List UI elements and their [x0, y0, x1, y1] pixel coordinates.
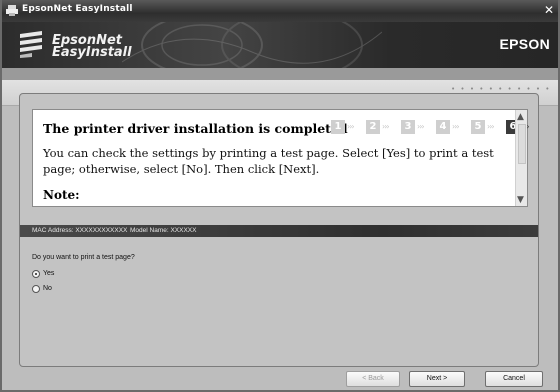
page-title: The printer driver installation is compl…: [43, 121, 348, 136]
step-2: 2: [366, 120, 380, 134]
message-box: The printer driver installation is compl…: [32, 109, 530, 207]
title-bar[interactable]: EpsonNet EasyInstall ✕: [2, 0, 558, 22]
mac-address: MAC Address: XXXXXXXXXXXX: [32, 227, 128, 234]
product-name-line2: EasyInstall: [52, 45, 132, 60]
content-panel: The printer driver installation is compl…: [19, 93, 539, 367]
radio-yes-label[interactable]: Yes: [43, 269, 54, 279]
epson-brand-logo: EPSON: [499, 36, 550, 52]
step-4: 4: [436, 120, 450, 134]
header-banner: EpsonNet EasyInstall EPSON: [2, 22, 558, 68]
back-button[interactable]: < Back: [346, 371, 400, 387]
decorative-dots: • • • • • • • • • • •: [450, 85, 550, 93]
easyinstall-logo-icon: [20, 31, 42, 58]
step-arrows: ›››: [452, 122, 460, 131]
scroll-down-icon[interactable]: ▼: [517, 195, 524, 205]
message-scrollbar[interactable]: ▲ ▼: [515, 110, 527, 206]
installer-window: EpsonNet EasyInstall ✕ EpsonNet EasyInst…: [0, 0, 560, 392]
banner-pattern: [122, 22, 382, 68]
next-button[interactable]: Next >: [409, 371, 465, 387]
step-3: 3: [401, 120, 415, 134]
instruction-text: You can check the settings by printing a…: [43, 146, 494, 176]
radio-no-label[interactable]: No: [43, 284, 52, 294]
step-5: 5: [471, 120, 485, 134]
radio-unchecked-icon[interactable]: [32, 285, 40, 293]
step-arrows: ›››: [417, 122, 425, 131]
note-label: Note:: [43, 188, 80, 202]
cancel-button[interactable]: Cancel: [485, 371, 543, 387]
device-info-bar: MAC Address: XXXXXXXXXXXX Model Name: XX…: [20, 225, 538, 237]
step-arrows: ›››: [487, 122, 495, 131]
header-divider-band: [2, 68, 558, 80]
step-arrows: ›››: [382, 122, 390, 131]
model-name: Model Name: XXXXXX: [130, 227, 197, 234]
step-1: 1: [331, 120, 345, 134]
scroll-up-icon[interactable]: ▲: [517, 112, 524, 122]
window-title: EpsonNet EasyInstall: [22, 4, 133, 14]
radio-checked-icon[interactable]: [32, 270, 40, 278]
close-icon[interactable]: ✕: [542, 3, 556, 18]
scroll-thumb[interactable]: [518, 124, 526, 164]
test-page-question: Do you want to print a test page?: [32, 254, 135, 261]
app-icon: [6, 5, 18, 16]
step-arrows: ›››: [347, 122, 355, 131]
